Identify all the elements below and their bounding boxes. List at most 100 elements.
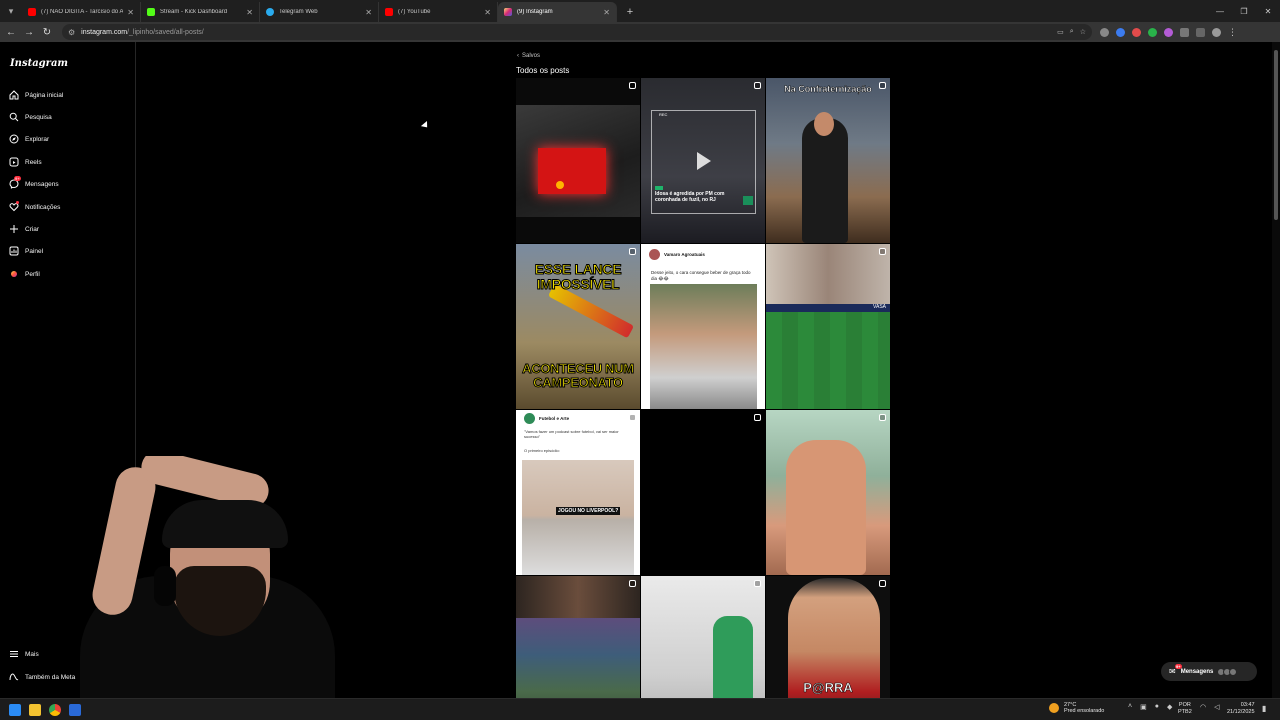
profile-avatar[interactable] bbox=[1212, 27, 1221, 37]
saved-post[interactable] bbox=[641, 410, 765, 575]
file-explorer-icon[interactable] bbox=[29, 703, 41, 716]
saved-post[interactable] bbox=[516, 78, 640, 243]
plus-icon bbox=[9, 224, 19, 234]
clock-date: 21/12/2025 bbox=[1227, 708, 1255, 715]
language-label: POR bbox=[1178, 702, 1191, 708]
speaker-icon[interactable]: ◁ bbox=[1214, 703, 1219, 711]
notification-bell-icon[interactable]: ▮ bbox=[1262, 704, 1272, 714]
sidebar-item-label: Página inicial bbox=[25, 91, 64, 99]
new-tab-button[interactable]: + bbox=[621, 3, 639, 21]
post-caption: JOGOU NO LIVERPOOL? bbox=[556, 507, 621, 515]
search-icon bbox=[9, 112, 19, 122]
reload-icon[interactable]: ↻ bbox=[38, 23, 56, 41]
install-icon[interactable]: ▭ bbox=[1057, 28, 1064, 36]
taskbar-clock[interactable]: 03:47 21/12/2025 bbox=[1227, 702, 1255, 715]
kebab-menu-icon[interactable]: ⋮ bbox=[1228, 27, 1237, 38]
tab-4[interactable]: (9) Instagram ✕ bbox=[498, 2, 617, 22]
sidebar-item-label: Notificações bbox=[25, 203, 61, 211]
windows-start-icon[interactable] bbox=[9, 703, 21, 716]
network-icon[interactable]: ▣ bbox=[1140, 703, 1147, 711]
sidebar-item-search[interactable]: Pesquisa bbox=[9, 110, 52, 124]
post-author: Futebol e Arte bbox=[524, 413, 569, 424]
extension-icon[interactable] bbox=[1116, 27, 1125, 37]
mic-icon[interactable]: ● bbox=[1155, 703, 1159, 711]
extension-icon[interactable] bbox=[1132, 27, 1141, 37]
close-icon[interactable]: ✕ bbox=[365, 8, 372, 17]
sidebar-item-messages[interactable]: 9+ Mensagens bbox=[9, 176, 59, 191]
close-icon[interactable]: ✕ bbox=[484, 8, 491, 17]
saved-post[interactable] bbox=[766, 410, 890, 575]
sun-icon bbox=[1049, 703, 1059, 713]
close-icon[interactable]: ✕ bbox=[246, 8, 253, 17]
close-window-icon[interactable]: ✕ bbox=[1256, 0, 1280, 22]
zoom-icon[interactable]: ⌕ bbox=[1070, 28, 1074, 36]
app-icon[interactable] bbox=[69, 703, 81, 716]
tab-1[interactable]: Stream - Kick Dashboard ✕ bbox=[141, 2, 260, 22]
chevron-up-icon[interactable]: ˄ bbox=[1128, 703, 1132, 711]
saved-post[interactable]: Vamaro Agroatuais Desse jeito, o cara co… bbox=[641, 244, 765, 409]
sidebar-item-profile[interactable]: Perfil bbox=[9, 267, 40, 281]
vpn-icon[interactable]: ◆ bbox=[1167, 703, 1172, 711]
home-icon bbox=[9, 90, 19, 100]
address-bar[interactable]: ⚙ instagram.com/_lipinho/saved/all-posts… bbox=[62, 24, 1092, 40]
forward-arrow-icon[interactable]: → bbox=[20, 23, 38, 41]
menu-icon[interactable] bbox=[1196, 27, 1205, 37]
saved-post[interactable]: ESSE LANCE IMPOSSÍVEL ACONTECEU NUM CAMP… bbox=[516, 244, 640, 409]
post-thumbnail bbox=[516, 576, 640, 618]
saved-post[interactable]: REC Idosa é agredida por PM com coronhad… bbox=[641, 78, 765, 243]
instagram-logo[interactable]: Instagram bbox=[10, 58, 68, 69]
sidebar-item-label: Explorar bbox=[25, 135, 50, 143]
language-indicator[interactable]: POR PTB2 bbox=[1178, 702, 1192, 715]
shield-extension-icon[interactable] bbox=[1100, 27, 1109, 37]
sidebar-item-label: Mais bbox=[25, 650, 39, 658]
scrollbar-thumb[interactable] bbox=[1274, 50, 1278, 220]
reels-icon bbox=[9, 157, 19, 167]
reel-icon bbox=[754, 82, 761, 89]
close-icon[interactable]: ✕ bbox=[127, 8, 134, 17]
browser-toolbar: ← → ↻ ⚙ instagram.com/_lipinho/saved/all… bbox=[0, 22, 1280, 42]
puzzle-icon[interactable] bbox=[1180, 27, 1189, 37]
sidebar-item-more[interactable]: Mais bbox=[9, 647, 39, 661]
unread-badge: 9+ bbox=[14, 176, 21, 181]
extension-icon[interactable] bbox=[1148, 27, 1157, 37]
wifi-icon[interactable]: ◠ bbox=[1200, 703, 1206, 711]
saved-post[interactable]: Na Confraternização bbox=[766, 78, 890, 243]
reel-icon bbox=[629, 248, 636, 255]
minimize-icon[interactable]: — bbox=[1208, 0, 1232, 22]
floating-messages-button[interactable]: ✉ 9+ Mensagens bbox=[1161, 662, 1257, 681]
tab-2[interactable]: Telegram Web ✕ bbox=[260, 2, 379, 22]
saved-post[interactable]: VASA bbox=[766, 244, 890, 409]
sidebar-item-create[interactable]: Criar bbox=[9, 222, 39, 236]
maximize-icon[interactable]: ❐ bbox=[1232, 0, 1256, 22]
extension-icon[interactable] bbox=[1164, 27, 1173, 37]
menu-icon bbox=[9, 649, 19, 659]
bookmark-star-icon[interactable]: ☆ bbox=[1080, 28, 1086, 36]
sidebar-item-explore[interactable]: Explorar bbox=[9, 132, 49, 146]
weather-widget[interactable]: 27°C Pred ensolarado bbox=[1049, 702, 1104, 714]
reel-icon bbox=[629, 580, 636, 587]
sidebar-item-also-from-meta[interactable]: Também da Meta bbox=[9, 670, 75, 684]
messages-label: Mensagens bbox=[1180, 668, 1214, 675]
site-info-icon[interactable]: ⚙ bbox=[68, 28, 75, 37]
sidebar-item-reels[interactable]: Reels bbox=[9, 155, 42, 169]
author-name: Futebol e Arte bbox=[539, 416, 570, 421]
sidebar-item-home[interactable]: Página inicial bbox=[9, 88, 63, 102]
back-to-saved-link[interactable]: ‹ Salvos bbox=[517, 53, 540, 59]
post-thumbnail bbox=[522, 460, 634, 575]
post-thumbnail bbox=[766, 244, 890, 304]
tab-3[interactable]: (7) YouTube ✕ bbox=[379, 2, 498, 22]
chrome-icon[interactable] bbox=[49, 703, 61, 716]
tab-title: Stream - Kick Dashboard bbox=[160, 9, 228, 15]
reel-icon bbox=[754, 414, 761, 421]
page-scrollbar[interactable] bbox=[1272, 42, 1280, 698]
sidebar-item-dashboard[interactable]: Painel bbox=[9, 244, 43, 258]
headset-icon bbox=[154, 566, 176, 606]
saved-post[interactable]: Futebol e Arte "Vamos fazer um podcast s… bbox=[516, 410, 640, 575]
sidebar-item-notifications[interactable]: Notificações bbox=[9, 200, 60, 214]
back-arrow-icon[interactable]: ← bbox=[2, 23, 20, 41]
tab-search-icon[interactable]: ▾ bbox=[0, 0, 22, 22]
extensions-row: ⋮ bbox=[1100, 27, 1237, 38]
tab-0[interactable]: (7) NÃO DIGITA - Tarcísio do Ac ✕ bbox=[22, 2, 141, 22]
tab-title: Telegram Web bbox=[279, 9, 318, 15]
close-icon[interactable]: ✕ bbox=[603, 8, 610, 17]
